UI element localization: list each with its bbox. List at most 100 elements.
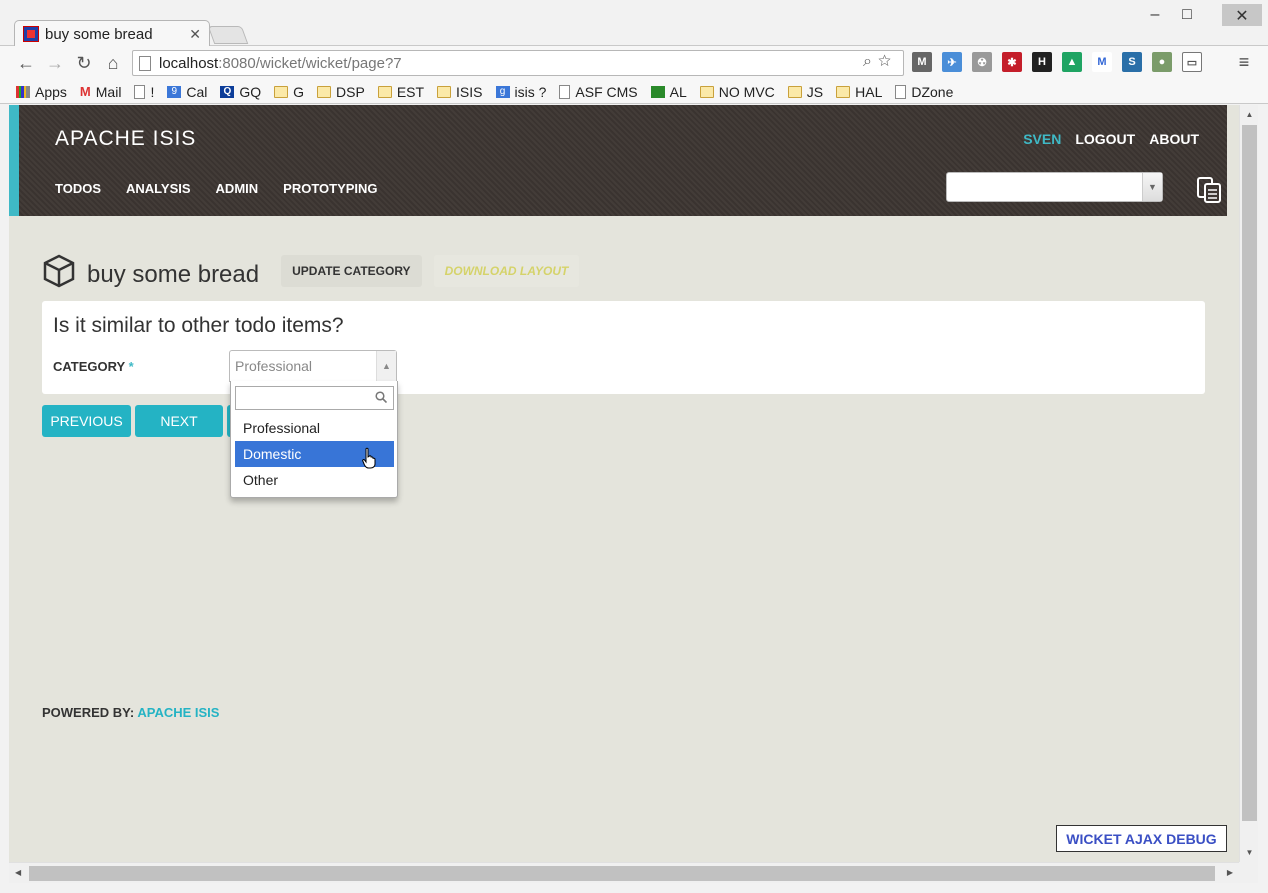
extension-m-icon[interactable]: M <box>912 52 932 72</box>
apache-isis-link[interactable]: APACHE ISIS <box>137 705 219 720</box>
bookmark-dzone[interactable]: DZone <box>895 84 953 100</box>
maximize-button[interactable]: □ <box>1175 6 1199 24</box>
cast-icon[interactable]: ▭ <box>1182 52 1202 72</box>
window-border-left <box>0 105 9 893</box>
bookmark-exclaim[interactable]: ! <box>134 84 154 100</box>
option-domestic[interactable]: Domestic <box>235 441 394 469</box>
apps-icon <box>16 85 30 98</box>
bookmark-isis[interactable]: ISIS <box>437 84 483 100</box>
prompt-question: Is it similar to other todo items? <box>53 314 344 337</box>
chevron-down-icon[interactable]: ▼ <box>1142 173 1162 201</box>
browser-tab[interactable]: buy some bread ✕ <box>14 20 210 47</box>
bookmark-al[interactable]: AL <box>650 84 687 100</box>
hand-cursor-icon <box>362 447 376 469</box>
folder-icon <box>699 85 714 98</box>
horizontal-scroll-thumb[interactable] <box>29 866 1215 881</box>
bookmark-g[interactable]: G <box>274 84 304 100</box>
wicket-ajax-debug-button[interactable]: WICKET AJAX DEBUG <box>1056 825 1227 852</box>
powered-by-label: POWERED BY: <box>42 705 135 720</box>
google-icon: g <box>495 85 510 98</box>
page-title: buy some bread <box>87 261 260 288</box>
tab-title: buy some bread <box>45 25 153 43</box>
forward-icon[interactable]: → <box>44 52 66 74</box>
browser-menu-icon[interactable]: ≡ <box>1234 52 1254 73</box>
menu-prototyping[interactable]: PROTOTYPING <box>283 181 377 196</box>
gmail-icon: M <box>79 84 91 99</box>
window-border-bottom <box>0 883 1268 893</box>
minimize-button[interactable]: – <box>1143 6 1167 24</box>
vertical-scroll-thumb[interactable] <box>1242 125 1257 821</box>
address-bar[interactable]: localhost:8080/wicket/wicket/page?7 ⌕☆ <box>132 50 904 76</box>
category-label: CATEGORY * <box>53 359 134 374</box>
new-tab-button[interactable] <box>207 26 249 44</box>
folder-icon <box>377 85 392 98</box>
bookmark-asf-cms[interactable]: ASF CMS <box>559 84 638 100</box>
back-icon[interactable]: ← <box>15 52 37 74</box>
folder-icon <box>274 85 289 98</box>
scrollbar-corner <box>1239 862 1258 883</box>
extension-bird-icon[interactable]: ✈ <box>942 52 962 72</box>
bookmark-cal[interactable]: 9 Cal <box>167 84 207 100</box>
bookmark-hal[interactable]: HAL <box>836 84 882 100</box>
object-search-select[interactable]: ▼ <box>946 172 1163 202</box>
clipboard-icon[interactable] <box>1195 175 1225 205</box>
about-link[interactable]: ABOUT <box>1149 131 1199 147</box>
browser-toolbar: ← → ↻ ⌂ localhost:8080/wicket/wicket/pag… <box>0 46 1268 80</box>
home-icon[interactable]: ⌂ <box>102 52 124 74</box>
user-name[interactable]: SVEN <box>1023 131 1061 147</box>
extension-h-icon[interactable]: H <box>1032 52 1052 72</box>
extension-s-icon[interactable]: S <box>1122 52 1142 72</box>
menu-todos[interactable]: TODOS <box>55 181 101 196</box>
scroll-left-icon[interactable]: ◀ <box>15 868 21 877</box>
close-tab-icon[interactable]: ✕ <box>189 26 201 43</box>
next-button[interactable]: NEXT <box>135 405 223 437</box>
bookmark-mail[interactable]: M Mail <box>80 84 122 100</box>
scroll-up-icon[interactable]: ▲ <box>1240 110 1259 119</box>
main-menu: TODOS ANALYSIS ADMIN PROTOTYPING <box>55 181 403 196</box>
option-other[interactable]: Other <box>235 467 394 493</box>
scroll-down-icon[interactable]: ▼ <box>1240 848 1259 857</box>
extension-m2-icon[interactable]: M <box>1092 52 1112 72</box>
app-brand[interactable]: APACHE ISIS <box>55 127 196 151</box>
folder-icon <box>787 85 802 98</box>
action-prompt-panel: Is it similar to other todo items? CATEG… <box>42 301 1205 394</box>
menu-admin[interactable]: ADMIN <box>216 181 259 196</box>
scroll-right-icon[interactable]: ▶ <box>1227 868 1233 877</box>
extension-radiation-icon[interactable]: ☢ <box>972 52 992 72</box>
dropdown-search-input[interactable] <box>235 386 394 410</box>
zoom-icon[interactable]: ⌕ <box>863 53 878 70</box>
vertical-scrollbar[interactable]: ▲ ▼ <box>1239 105 1258 862</box>
bookmark-star-icon[interactable]: ☆ <box>878 53 897 70</box>
download-layout-button[interactable]: DOWNLOAD LAYOUT <box>433 255 580 287</box>
bookmark-dsp[interactable]: DSP <box>317 84 365 100</box>
chevron-up-icon[interactable]: ▲ <box>376 351 396 382</box>
category-select[interactable]: Professional ▲ <box>229 350 397 382</box>
url-host: localhost <box>159 54 219 72</box>
page-viewport: APACHE ISIS TODOS ANALYSIS ADMIN PROTOTY… <box>9 105 1239 862</box>
bookmark-gq[interactable]: Q GQ <box>220 84 261 100</box>
bookmark-js[interactable]: JS <box>787 84 823 100</box>
close-window-button[interactable]: ✕ <box>1222 4 1262 26</box>
bookmark-isis-search[interactable]: g isis ? <box>495 84 546 100</box>
bookmark-est[interactable]: EST <box>377 84 424 100</box>
option-professional[interactable]: Professional <box>235 415 394 441</box>
logout-link[interactable]: LOGOUT <box>1075 131 1135 147</box>
bookmark-apps[interactable]: Apps <box>16 84 67 100</box>
extension-head-icon[interactable]: ● <box>1152 52 1172 72</box>
object-header: buy some bread UPDATE CATEGORY DOWNLOAD … <box>42 253 591 289</box>
google-drive-icon[interactable]: ▲ <box>1062 52 1082 72</box>
user-menu: SVEN LOGOUT ABOUT <box>1023 131 1199 147</box>
menu-analysis[interactable]: ANALYSIS <box>126 181 191 196</box>
update-category-button[interactable]: UPDATE CATEGORY <box>281 255 422 287</box>
extension-asterisk-icon[interactable]: ✱ <box>1002 52 1022 72</box>
horizontal-scrollbar[interactable]: ◀ ▶ <box>9 862 1239 883</box>
reload-icon[interactable]: ↻ <box>73 52 95 74</box>
category-selected-value: Professional <box>235 358 313 374</box>
cube-icon <box>43 254 75 288</box>
previous-button[interactable]: PREVIOUS <box>42 405 131 437</box>
bookmark-no-mvc[interactable]: NO MVC <box>699 84 775 100</box>
calendar-icon: 9 <box>167 85 182 98</box>
isis-favicon-icon <box>23 26 39 42</box>
shamrock-icon <box>650 85 665 98</box>
app-navbar: APACHE ISIS TODOS ANALYSIS ADMIN PROTOTY… <box>9 105 1227 216</box>
